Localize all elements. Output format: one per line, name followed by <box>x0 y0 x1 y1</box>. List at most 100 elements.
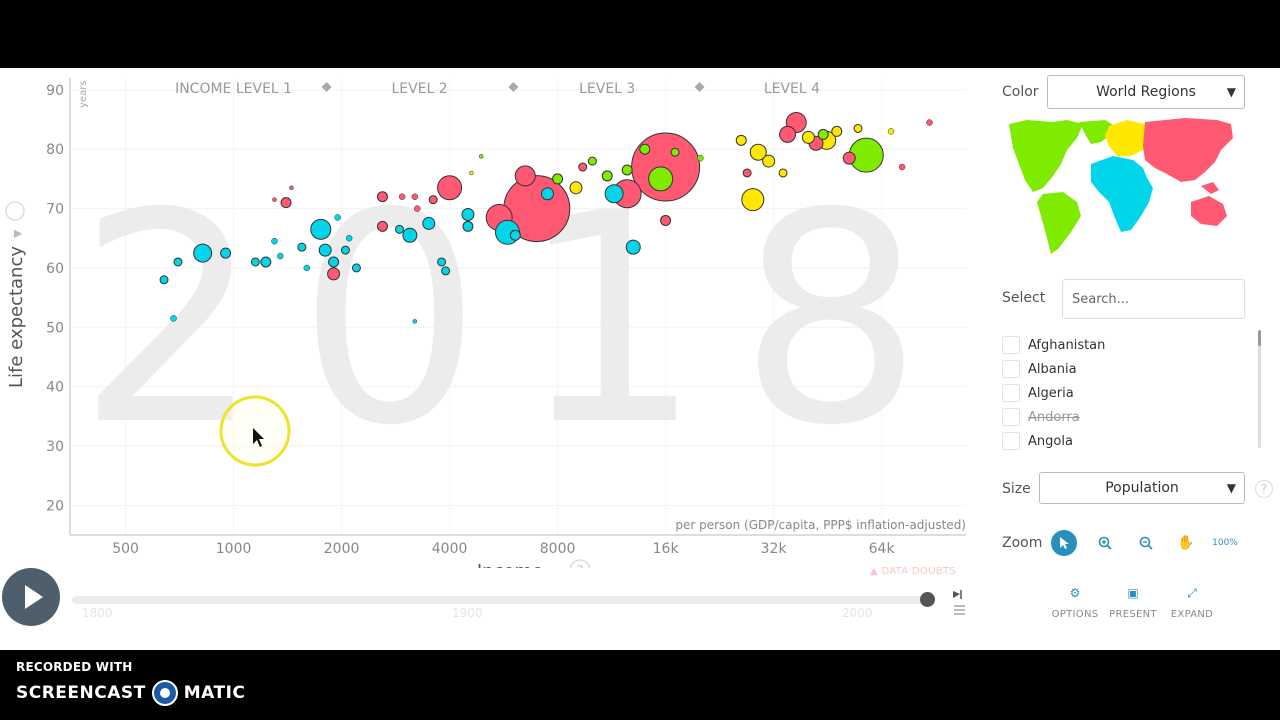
bubble-asia[interactable] <box>280 197 292 209</box>
bubble-africa[interactable] <box>461 208 475 222</box>
bubble-africa[interactable] <box>412 319 418 324</box>
bubble-asia[interactable] <box>842 151 856 165</box>
y-axis-menu-icon[interactable]: ▼ <box>11 229 24 238</box>
bubble-africa[interactable] <box>462 220 474 232</box>
bubble-asia[interactable] <box>398 193 406 200</box>
bubble-asia[interactable] <box>376 191 388 203</box>
bubble-americas[interactable] <box>670 147 680 157</box>
bubble-asia[interactable] <box>437 175 463 201</box>
bubble-asia[interactable] <box>578 162 588 172</box>
bubble-africa[interactable] <box>328 256 340 268</box>
bubble-europe[interactable] <box>887 128 895 135</box>
map-oceania[interactable] <box>1191 196 1227 226</box>
bubble-africa[interactable] <box>277 252 284 260</box>
bubble-africa[interactable] <box>193 243 213 263</box>
bubble-africa[interactable] <box>345 234 353 242</box>
bubble-africa[interactable] <box>437 257 447 267</box>
x-axis-menu-icon[interactable]: ▼ <box>553 565 563 568</box>
bubble-africa[interactable] <box>173 257 183 267</box>
bubble-europe[interactable] <box>741 188 765 212</box>
bubble-africa[interactable] <box>394 224 404 234</box>
timeline-end-icon[interactable] <box>952 588 966 618</box>
bubble-asia[interactable] <box>428 195 438 205</box>
bubble-europe[interactable] <box>853 123 863 133</box>
bubble-americas[interactable] <box>478 154 484 159</box>
bubble-europe[interactable] <box>801 130 815 144</box>
bubble-americas[interactable] <box>601 170 613 182</box>
play-button[interactable] <box>2 568 60 626</box>
bubble-africa[interactable] <box>340 245 350 255</box>
country-item[interactable]: Algeria <box>1002 383 1074 403</box>
country-item[interactable]: Afghanistan <box>1002 335 1105 355</box>
bubble-asia[interactable] <box>272 197 277 202</box>
bubble-asia[interactable] <box>926 119 933 126</box>
y-axis-title[interactable]: Life expectancy <box>6 246 27 388</box>
bubble-africa[interactable] <box>297 242 307 252</box>
pointer-tool-button[interactable] <box>1051 530 1077 556</box>
bubble-asia[interactable] <box>660 214 672 226</box>
world-map[interactable] <box>1005 116 1240 261</box>
bubble-asia[interactable] <box>376 220 388 232</box>
bubble-europe[interactable] <box>469 170 474 176</box>
bubble-europe[interactable] <box>778 168 788 178</box>
scrollbar[interactable] <box>1258 330 1261 448</box>
zoom-in-button[interactable] <box>1092 530 1118 556</box>
bubble-americas[interactable] <box>697 154 704 162</box>
bubble-africa[interactable] <box>334 214 341 221</box>
bubble-asia[interactable] <box>742 168 752 178</box>
timeline-handle[interactable] <box>920 592 935 607</box>
bubble-africa[interactable] <box>260 256 272 268</box>
search-input[interactable]: Search... <box>1062 279 1245 319</box>
bubble-europe[interactable] <box>735 134 747 146</box>
y-axis-reset-icon[interactable] <box>5 201 25 221</box>
country-item[interactable]: Angola <box>1002 431 1073 451</box>
country-item[interactable]: Albania <box>1002 359 1077 379</box>
bubble-americas[interactable] <box>639 143 651 155</box>
data-doubts-warning[interactable]: ▲ DATA DOUBTS <box>870 566 956 577</box>
country-item[interactable]: Andorra <box>1002 407 1080 427</box>
bubble-americas[interactable] <box>587 156 597 166</box>
country-checkbox[interactable] <box>1002 432 1020 450</box>
country-checkbox[interactable] <box>1002 408 1020 426</box>
bubble-asia[interactable] <box>898 163 906 171</box>
color-dropdown[interactable]: World Regions ▼ <box>1047 75 1245 109</box>
bubble-africa[interactable] <box>604 184 624 204</box>
bubble-africa[interactable] <box>159 275 169 285</box>
bubble-asia[interactable] <box>413 205 421 212</box>
bubble-africa[interactable] <box>625 239 641 255</box>
pan-tool-button[interactable]: ✋ <box>1173 530 1199 556</box>
bubble-africa[interactable] <box>509 229 521 241</box>
bubble-americas[interactable] <box>817 128 829 140</box>
expand-button[interactable]: ⤢ EXPAND <box>1162 582 1222 621</box>
map-north-america[interactable] <box>1009 120 1083 192</box>
bubble-asia[interactable] <box>514 165 536 187</box>
bubble-americas[interactable] <box>552 173 564 185</box>
bubble-africa[interactable] <box>310 218 332 240</box>
bubble-americas[interactable] <box>621 164 633 176</box>
bubble-africa[interactable] <box>303 264 311 272</box>
country-checkbox[interactable] <box>1002 360 1020 378</box>
country-checkbox[interactable] <box>1002 336 1020 354</box>
bubble-asia[interactable] <box>411 193 419 200</box>
bubble-africa[interactable] <box>318 243 332 257</box>
size-dropdown[interactable]: Population ▼ <box>1039 472 1245 504</box>
bubble-africa[interactable] <box>402 227 418 243</box>
map-south-america[interactable] <box>1037 192 1081 254</box>
bubble-asia[interactable] <box>631 132 701 202</box>
bubble-americas[interactable] <box>648 166 674 192</box>
options-button[interactable]: ⚙ OPTIONS <box>1045 582 1105 620</box>
bubble-africa[interactable] <box>220 247 232 259</box>
bubble-africa[interactable] <box>422 216 436 230</box>
bubble-africa[interactable] <box>271 237 278 245</box>
bubble-africa[interactable] <box>541 187 555 201</box>
present-button[interactable]: ▣ PRESENT <box>1103 582 1163 620</box>
country-checkbox[interactable] <box>1002 384 1020 402</box>
bubble-europe[interactable] <box>831 125 843 137</box>
bubble-asia[interactable] <box>779 125 797 143</box>
x-axis-title[interactable]: Income <box>477 561 543 568</box>
bubble-chart[interactable]: 20182030405060708090500 1000 2000 4000 8000 1… <box>0 68 985 568</box>
bubble-asia[interactable] <box>327 267 341 281</box>
map-islands[interactable] <box>1201 182 1219 194</box>
help-icon[interactable]: ? <box>1255 480 1273 498</box>
scrollbar-thumb[interactable] <box>1258 330 1261 346</box>
